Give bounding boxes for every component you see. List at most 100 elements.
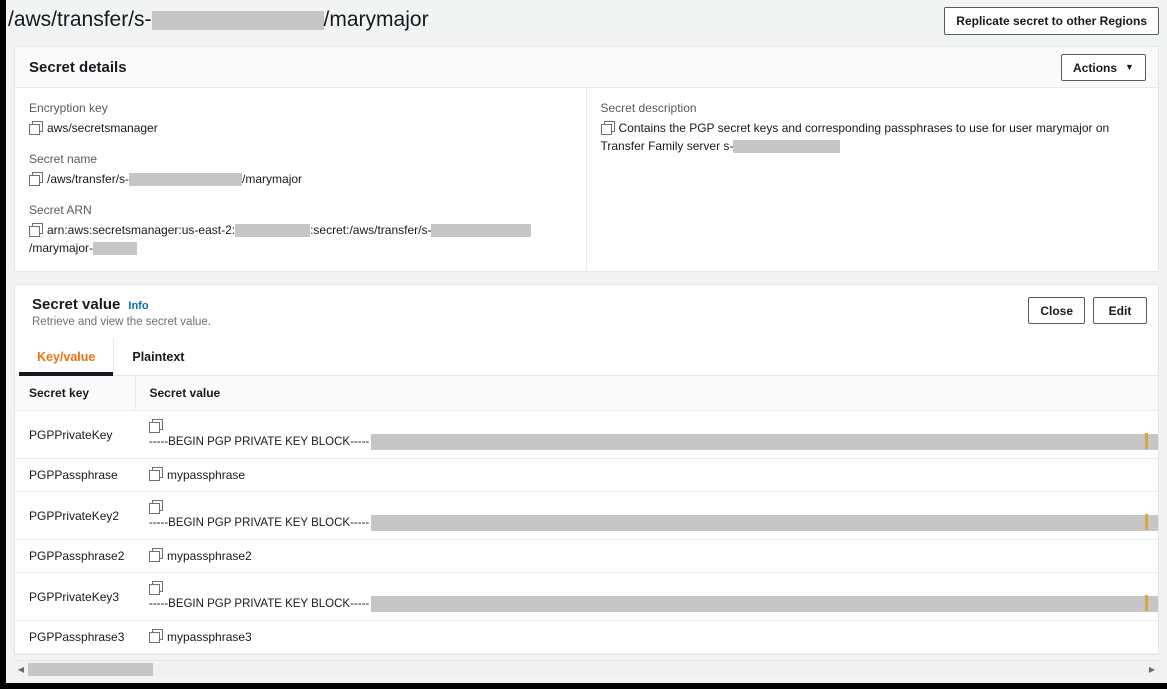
- cell-secret-value: -----BEGIN PGP PRIVATE KEY BLOCK-----: [135, 573, 1158, 621]
- secret-value-redaction: [371, 596, 1158, 612]
- secret-value-subtitle: Retrieve and view the secret value.: [32, 316, 1144, 328]
- cell-secret-value: -----BEGIN PGP PRIVATE KEY BLOCK-----: [135, 411, 1158, 459]
- encryption-key-value: aws/secretsmanager: [47, 121, 158, 135]
- cell-secret-key: PGPPassphrase3: [15, 621, 135, 654]
- secret-value-content: mypassphrase: [149, 467, 1148, 483]
- copy-icon[interactable]: [149, 467, 162, 480]
- secret-value-redaction: [371, 434, 1158, 450]
- secret-value-table-wrapper: Secret key Secret value PGPPrivateKey ---…: [15, 376, 1158, 654]
- actions-button-label: Actions: [1073, 61, 1117, 75]
- cell-secret-key: PGPPrivateKey3: [15, 573, 135, 621]
- secret-value-content: -----BEGIN PGP PRIVATE KEY BLOCK-----: [149, 419, 1148, 450]
- secret-name-value-row: /aws/transfer/s- /marymajor: [29, 170, 572, 188]
- column-header-secret-value: Secret value: [135, 376, 1158, 411]
- secret-value-text-line: -----BEGIN PGP PRIVATE KEY BLOCK-----: [149, 515, 1158, 529]
- secret-value-redaction: [371, 515, 1158, 531]
- secret-value-text: mypassphrase3: [167, 630, 252, 644]
- scroll-left-arrow-icon[interactable]: ◀: [14, 665, 28, 674]
- copy-icon[interactable]: [149, 581, 162, 594]
- secret-details-right-column: Secret description Contains the PGP secr…: [587, 88, 1159, 271]
- horizontal-scrollbar[interactable]: ◀ ▶: [14, 660, 1159, 677]
- value-overflow-marker: [1145, 514, 1148, 530]
- tab-plaintext[interactable]: Plaintext: [114, 338, 202, 375]
- field-secret-description: Secret description Contains the PGP secr…: [601, 100, 1145, 155]
- secret-arn-label: Secret ARN: [29, 202, 572, 219]
- secret-arn-value-row: arn:aws:secretsmanager:us-east-2: :secret…: [29, 221, 572, 257]
- scroll-right-arrow-icon[interactable]: ▶: [1145, 665, 1159, 674]
- cell-secret-value: mypassphrase: [135, 459, 1158, 492]
- cell-secret-value: mypassphrase3: [135, 621, 1158, 654]
- cell-secret-key: PGPPassphrase2: [15, 540, 135, 573]
- page-title-redaction: [152, 11, 324, 30]
- close-button[interactable]: Close: [1028, 297, 1085, 324]
- page-title: /aws/transfer/s- /marymajor: [8, 6, 429, 34]
- secret-value-text: -----BEGIN PGP PRIVATE KEY BLOCK-----: [149, 598, 369, 610]
- secret-value-text: mypassphrase2: [167, 549, 252, 563]
- encryption-key-label: Encryption key: [29, 100, 572, 117]
- secret-name-redaction: [129, 173, 242, 186]
- scrollbar-track[interactable]: [28, 661, 1145, 678]
- secret-value-card: Secret value Info Retrieve and view the …: [14, 284, 1159, 655]
- edit-button[interactable]: Edit: [1093, 297, 1147, 324]
- secret-details-title: Secret details: [29, 59, 127, 76]
- field-encryption-key: Encryption key aws/secretsmanager: [29, 100, 572, 137]
- actions-button[interactable]: Actions ▼: [1061, 54, 1146, 81]
- replicate-secret-button[interactable]: Replicate secret to other Regions: [944, 7, 1159, 35]
- copy-icon[interactable]: [149, 419, 162, 432]
- table-row: PGPPassphrase2 mypassphrase2: [15, 540, 1158, 573]
- cell-secret-key: PGPPrivateKey2: [15, 492, 135, 540]
- secret-details-card: Secret details Actions ▼ Encryption key …: [14, 46, 1159, 272]
- copy-icon[interactable]: [29, 223, 42, 236]
- secret-name-suffix: /marymajor: [242, 172, 302, 186]
- secret-value-content: -----BEGIN PGP PRIVATE KEY BLOCK-----: [149, 500, 1148, 531]
- secret-arn-part2: :secret:/aws/transfer/s-: [310, 223, 431, 237]
- secret-details-header: Secret details Actions ▼: [15, 47, 1158, 88]
- secret-value-table: Secret key Secret value PGPPrivateKey ---…: [15, 376, 1158, 654]
- secret-description-value-row: Contains the PGP secret keys and corresp…: [601, 119, 1145, 155]
- secret-value-tabs: Key/value Plaintext: [15, 338, 1158, 376]
- cell-secret-value: mypassphrase2: [135, 540, 1158, 573]
- secret-name-prefix: /aws/transfer/s-: [47, 172, 129, 186]
- secret-value-header: Secret value Info Retrieve and view the …: [15, 285, 1158, 338]
- secret-arn-redaction-2: [431, 224, 531, 237]
- secret-description-label: Secret description: [601, 100, 1145, 117]
- cell-secret-key: PGPPassphrase: [15, 459, 135, 492]
- secret-description-text: Contains the PGP secret keys and corresp…: [601, 121, 1110, 153]
- copy-icon[interactable]: [601, 121, 614, 134]
- secret-details-body: Encryption key aws/secretsmanager Secret…: [15, 88, 1158, 271]
- secret-arn-part3: /marymajor-: [29, 241, 93, 255]
- secret-arn-redaction-3: [93, 242, 137, 255]
- copy-icon[interactable]: [29, 172, 42, 185]
- page-title-suffix: /marymajor: [324, 8, 429, 31]
- secret-value-content: mypassphrase2: [149, 548, 1148, 564]
- cell-secret-key: PGPPrivateKey: [15, 411, 135, 459]
- table-row: PGPPrivateKey -----BEGIN PGP PRIVATE KEY …: [15, 411, 1158, 459]
- secret-value-title: Secret value: [32, 296, 120, 313]
- secret-value-text: mypassphrase: [167, 468, 245, 482]
- table-body: PGPPrivateKey -----BEGIN PGP PRIVATE KEY …: [15, 411, 1158, 654]
- secret-value-content: -----BEGIN PGP PRIVATE KEY BLOCK-----: [149, 581, 1148, 612]
- cell-secret-value: -----BEGIN PGP PRIVATE KEY BLOCK-----: [135, 492, 1158, 540]
- scrollbar-thumb[interactable]: [28, 663, 153, 676]
- table-row: PGPPrivateKey3 -----BEGIN PGP PRIVATE KEY…: [15, 573, 1158, 621]
- encryption-key-value-row: aws/secretsmanager: [29, 119, 572, 137]
- copy-icon[interactable]: [149, 629, 162, 642]
- secret-value-title-row: Secret value Info: [32, 296, 1144, 313]
- secret-description-redaction: [733, 140, 840, 153]
- secret-details-left-column: Encryption key aws/secretsmanager Secret…: [15, 88, 587, 271]
- secret-arn-redaction-1: [235, 224, 310, 237]
- copy-icon[interactable]: [29, 121, 42, 134]
- value-overflow-marker: [1145, 595, 1148, 611]
- copy-icon[interactable]: [149, 548, 162, 561]
- copy-icon[interactable]: [149, 500, 162, 513]
- secret-arn-part1: arn:aws:secretsmanager:us-east-2:: [47, 223, 235, 237]
- page-header: /aws/transfer/s- /marymajor Replicate sec…: [6, 0, 1167, 46]
- tab-key-value[interactable]: Key/value: [19, 338, 114, 375]
- table-row: PGPPassphrase mypassphrase: [15, 459, 1158, 492]
- secret-value-text: -----BEGIN PGP PRIVATE KEY BLOCK-----: [149, 436, 369, 448]
- info-link[interactable]: Info: [128, 300, 148, 312]
- secret-value-actions: Close Edit: [1028, 297, 1147, 324]
- secret-name-label: Secret name: [29, 151, 572, 168]
- table-head: Secret key Secret value: [15, 376, 1158, 411]
- page-title-prefix: /aws/transfer/s-: [8, 8, 152, 31]
